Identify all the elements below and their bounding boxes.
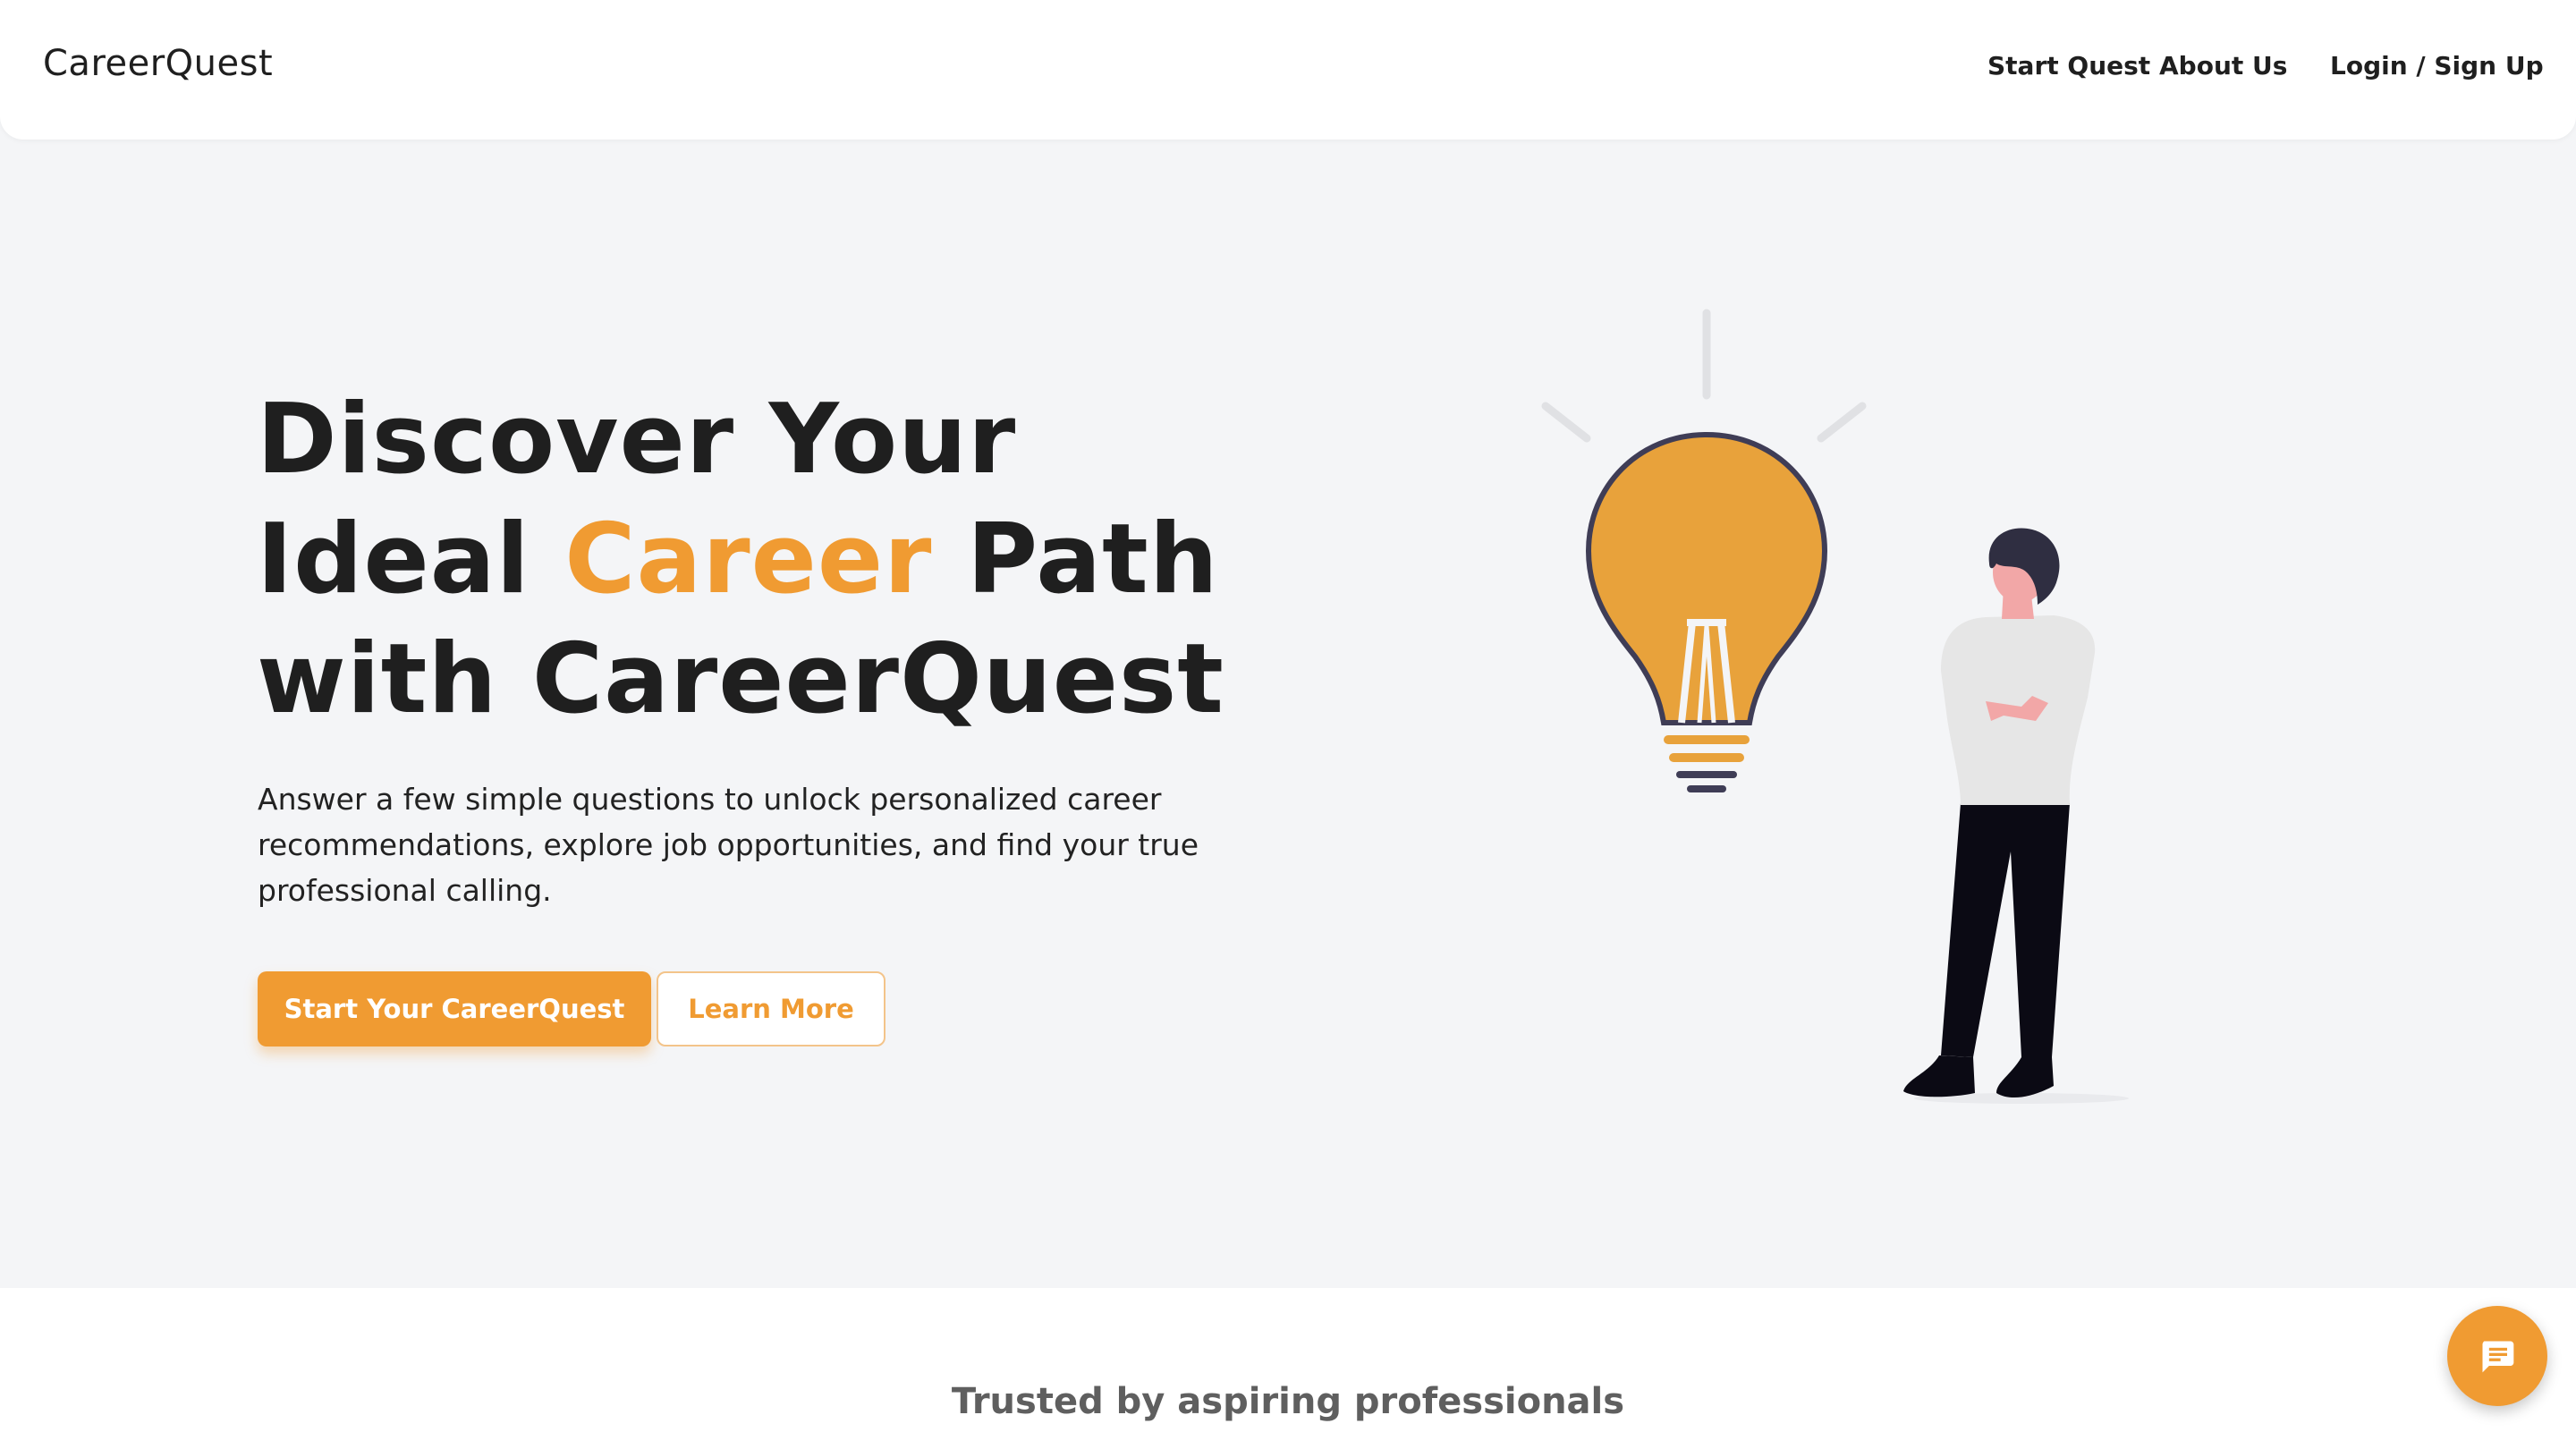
chat-button[interactable] <box>2447 1306 2547 1406</box>
chat-icon <box>2482 1341 2514 1373</box>
learn-more-button[interactable]: Learn More <box>657 971 886 1046</box>
headline-accent-word: Career <box>564 504 933 615</box>
nav-about-us[interactable]: About Us <box>2159 51 2287 80</box>
headline-line-3: with CareerQuest <box>257 623 1224 735</box>
trusted-section <box>0 1288 2576 1449</box>
headline-line-2-pre: Ideal <box>257 504 530 615</box>
headline-line-2-post: Path <box>967 504 1219 615</box>
lightbulb-person-illustration <box>1541 309 2129 1104</box>
start-careerquest-button[interactable]: Start Your CareerQuest <box>258 971 651 1046</box>
top-navbar: CareerQuest Start Quest About Us Login /… <box>0 0 2576 140</box>
nav-start-quest[interactable]: Start Quest <box>1987 51 2150 80</box>
hero-description: Answer a few simple questions to unlock … <box>258 782 1199 908</box>
nav-login-signup[interactable]: Login / Sign Up <box>2330 51 2544 80</box>
trusted-heading: Trusted by aspiring professionals <box>951 1381 1625 1422</box>
headline-line-1: Discover Your <box>257 384 1017 496</box>
brand-logo[interactable]: CareerQuest <box>43 43 273 84</box>
hero-headline: Discover Your Ideal Career Path with Car… <box>257 380 1241 740</box>
